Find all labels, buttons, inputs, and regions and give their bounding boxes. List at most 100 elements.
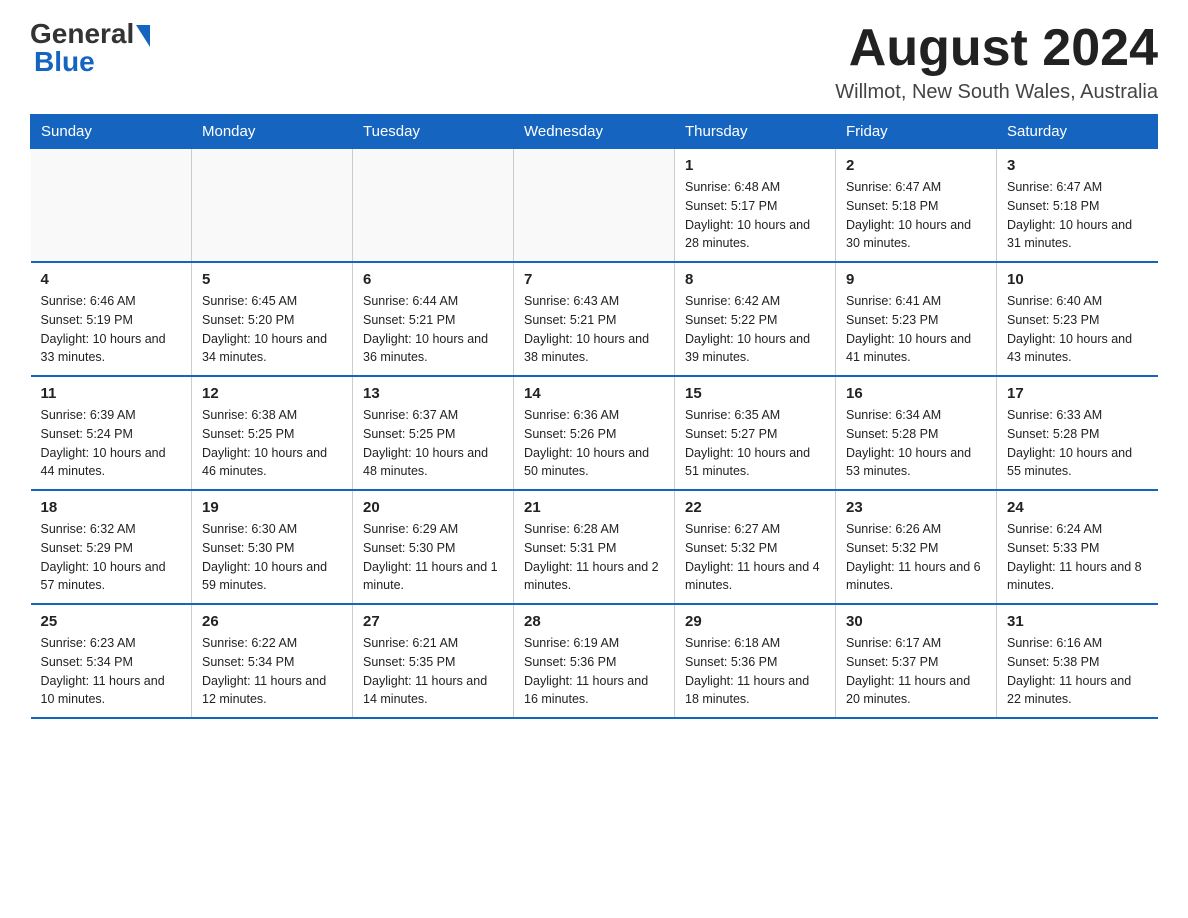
day-info: Sunrise: 6:47 AMSunset: 5:18 PMDaylight:… bbox=[846, 178, 986, 253]
day-number: 12 bbox=[202, 385, 342, 402]
day-info: Sunrise: 6:45 AMSunset: 5:20 PMDaylight:… bbox=[202, 292, 342, 367]
calendar-cell: 2 Sunrise: 6:47 AMSunset: 5:18 PMDaylight… bbox=[836, 149, 997, 263]
calendar-cell: 23Sunrise: 6:26 AMSunset: 5:32 PMDayligh… bbox=[836, 490, 997, 604]
logo-general: General bbox=[30, 20, 134, 48]
day-info: Sunrise: 6:37 AMSunset: 5:25 PMDaylight:… bbox=[363, 406, 503, 481]
calendar-cell: 6 Sunrise: 6:44 AMSunset: 5:21 PMDaylight… bbox=[353, 262, 514, 376]
day-number: 29 bbox=[685, 613, 825, 630]
calendar-cell: 12 Sunrise: 6:38 AMSunset: 5:25 PMDayligh… bbox=[192, 376, 353, 490]
month-year-title: August 2024 bbox=[835, 20, 1158, 77]
logo-triangle-icon bbox=[136, 25, 150, 47]
day-number: 22 bbox=[685, 499, 825, 516]
day-number: 28 bbox=[524, 613, 664, 630]
day-info: Sunrise: 6:34 AMSunset: 5:28 PMDaylight:… bbox=[846, 406, 986, 481]
calendar-cell: 25 Sunrise: 6:23 AMSunset: 5:34 PMDayligh… bbox=[31, 604, 192, 718]
day-info: Sunrise: 6:28 AMSunset: 5:31 PMDaylight:… bbox=[524, 520, 664, 595]
day-number: 26 bbox=[202, 613, 342, 630]
day-info: Sunrise: 6:16 AMSunset: 5:38 PMDaylight:… bbox=[1007, 634, 1148, 709]
day-number: 10 bbox=[1007, 271, 1148, 288]
calendar-cell: 31Sunrise: 6:16 AMSunset: 5:38 PMDayligh… bbox=[997, 604, 1158, 718]
day-info: Sunrise: 6:33 AMSunset: 5:28 PMDaylight:… bbox=[1007, 406, 1148, 481]
calendar-cell bbox=[514, 149, 675, 263]
calendar-cell: 7 Sunrise: 6:43 AMSunset: 5:21 PMDaylight… bbox=[514, 262, 675, 376]
day-number: 30 bbox=[846, 613, 986, 630]
calendar-cell: 21Sunrise: 6:28 AMSunset: 5:31 PMDayligh… bbox=[514, 490, 675, 604]
day-info: Sunrise: 6:41 AMSunset: 5:23 PMDaylight:… bbox=[846, 292, 986, 367]
title-block: August 2024 Willmot, New South Wales, Au… bbox=[835, 20, 1158, 104]
calendar-week-row: 18 Sunrise: 6:32 AMSunset: 5:29 PMDayligh… bbox=[31, 490, 1158, 604]
day-number: 2 bbox=[846, 157, 986, 174]
calendar-week-row: 11Sunrise: 6:39 AMSunset: 5:24 PMDayligh… bbox=[31, 376, 1158, 490]
day-of-week-header: Tuesday bbox=[353, 115, 514, 149]
calendar-cell: 17 Sunrise: 6:33 AMSunset: 5:28 PMDayligh… bbox=[997, 376, 1158, 490]
day-info: Sunrise: 6:38 AMSunset: 5:25 PMDaylight:… bbox=[202, 406, 342, 481]
day-number: 7 bbox=[524, 271, 664, 288]
calendar-cell: 19 Sunrise: 6:30 AMSunset: 5:30 PMDayligh… bbox=[192, 490, 353, 604]
day-info: Sunrise: 6:47 AMSunset: 5:18 PMDaylight:… bbox=[1007, 178, 1148, 253]
page-header: General Blue August 2024 Willmot, New So… bbox=[30, 20, 1158, 104]
days-of-week-row: SundayMondayTuesdayWednesdayThursdayFrid… bbox=[31, 115, 1158, 149]
day-info: Sunrise: 6:22 AMSunset: 5:34 PMDaylight:… bbox=[202, 634, 342, 709]
day-number: 6 bbox=[363, 271, 503, 288]
calendar-cell: 4Sunrise: 6:46 AMSunset: 5:19 PMDaylight… bbox=[31, 262, 192, 376]
calendar-cell: 18 Sunrise: 6:32 AMSunset: 5:29 PMDayligh… bbox=[31, 490, 192, 604]
day-info: Sunrise: 6:19 AMSunset: 5:36 PMDaylight:… bbox=[524, 634, 664, 709]
calendar-cell: 20Sunrise: 6:29 AMSunset: 5:30 PMDayligh… bbox=[353, 490, 514, 604]
calendar-table: SundayMondayTuesdayWednesdayThursdayFrid… bbox=[30, 114, 1158, 719]
calendar-cell: 28 Sunrise: 6:19 AMSunset: 5:36 PMDayligh… bbox=[514, 604, 675, 718]
day-info: Sunrise: 6:32 AMSunset: 5:29 PMDaylight:… bbox=[41, 520, 182, 595]
day-info: Sunrise: 6:17 AMSunset: 5:37 PMDaylight:… bbox=[846, 634, 986, 709]
calendar-cell: 3 Sunrise: 6:47 AMSunset: 5:18 PMDaylight… bbox=[997, 149, 1158, 263]
calendar-cell: 26 Sunrise: 6:22 AMSunset: 5:34 PMDayligh… bbox=[192, 604, 353, 718]
calendar-cell: 15 Sunrise: 6:35 AMSunset: 5:27 PMDayligh… bbox=[675, 376, 836, 490]
calendar-cell: 24Sunrise: 6:24 AMSunset: 5:33 PMDayligh… bbox=[997, 490, 1158, 604]
day-info: Sunrise: 6:21 AMSunset: 5:35 PMDaylight:… bbox=[363, 634, 503, 709]
calendar-cell bbox=[31, 149, 192, 263]
calendar-cell: 5Sunrise: 6:45 AMSunset: 5:20 PMDaylight… bbox=[192, 262, 353, 376]
day-number: 17 bbox=[1007, 385, 1148, 402]
calendar-week-row: 25 Sunrise: 6:23 AMSunset: 5:34 PMDayligh… bbox=[31, 604, 1158, 718]
day-of-week-header: Friday bbox=[836, 115, 997, 149]
calendar-cell: 27 Sunrise: 6:21 AMSunset: 5:35 PMDayligh… bbox=[353, 604, 514, 718]
day-number: 14 bbox=[524, 385, 664, 402]
logo: General Blue bbox=[30, 20, 150, 76]
day-number: 3 bbox=[1007, 157, 1148, 174]
calendar-cell: 9 Sunrise: 6:41 AMSunset: 5:23 PMDaylight… bbox=[836, 262, 997, 376]
calendar-cell: 14 Sunrise: 6:36 AMSunset: 5:26 PMDayligh… bbox=[514, 376, 675, 490]
day-number: 4 bbox=[41, 271, 182, 288]
calendar-cell: 30 Sunrise: 6:17 AMSunset: 5:37 PMDayligh… bbox=[836, 604, 997, 718]
calendar-cell: 22 Sunrise: 6:27 AMSunset: 5:32 PMDayligh… bbox=[675, 490, 836, 604]
day-info: Sunrise: 6:48 AMSunset: 5:17 PMDaylight:… bbox=[685, 178, 825, 253]
day-number: 18 bbox=[41, 499, 182, 516]
calendar-cell: 10 Sunrise: 6:40 AMSunset: 5:23 PMDayligh… bbox=[997, 262, 1158, 376]
day-number: 19 bbox=[202, 499, 342, 516]
day-number: 25 bbox=[41, 613, 182, 630]
day-info: Sunrise: 6:39 AMSunset: 5:24 PMDaylight:… bbox=[41, 406, 182, 481]
day-info: Sunrise: 6:30 AMSunset: 5:30 PMDaylight:… bbox=[202, 520, 342, 595]
location-title: Willmot, New South Wales, Australia bbox=[835, 81, 1158, 104]
calendar-cell: 16 Sunrise: 6:34 AMSunset: 5:28 PMDayligh… bbox=[836, 376, 997, 490]
day-number: 23 bbox=[846, 499, 986, 516]
day-info: Sunrise: 6:36 AMSunset: 5:26 PMDaylight:… bbox=[524, 406, 664, 481]
day-info: Sunrise: 6:43 AMSunset: 5:21 PMDaylight:… bbox=[524, 292, 664, 367]
day-info: Sunrise: 6:44 AMSunset: 5:21 PMDaylight:… bbox=[363, 292, 503, 367]
day-number: 15 bbox=[685, 385, 825, 402]
day-number: 13 bbox=[363, 385, 503, 402]
day-number: 27 bbox=[363, 613, 503, 630]
day-of-week-header: Thursday bbox=[675, 115, 836, 149]
day-of-week-header: Wednesday bbox=[514, 115, 675, 149]
calendar-header: SundayMondayTuesdayWednesdayThursdayFrid… bbox=[31, 115, 1158, 149]
day-info: Sunrise: 6:27 AMSunset: 5:32 PMDaylight:… bbox=[685, 520, 825, 595]
day-info: Sunrise: 6:40 AMSunset: 5:23 PMDaylight:… bbox=[1007, 292, 1148, 367]
day-of-week-header: Monday bbox=[192, 115, 353, 149]
calendar-body: 1Sunrise: 6:48 AMSunset: 5:17 PMDaylight… bbox=[31, 149, 1158, 719]
day-number: 16 bbox=[846, 385, 986, 402]
day-info: Sunrise: 6:23 AMSunset: 5:34 PMDaylight:… bbox=[41, 634, 182, 709]
day-info: Sunrise: 6:42 AMSunset: 5:22 PMDaylight:… bbox=[685, 292, 825, 367]
day-info: Sunrise: 6:35 AMSunset: 5:27 PMDaylight:… bbox=[685, 406, 825, 481]
calendar-cell: 1Sunrise: 6:48 AMSunset: 5:17 PMDaylight… bbox=[675, 149, 836, 263]
day-number: 9 bbox=[846, 271, 986, 288]
day-number: 24 bbox=[1007, 499, 1148, 516]
calendar-week-row: 4Sunrise: 6:46 AMSunset: 5:19 PMDaylight… bbox=[31, 262, 1158, 376]
day-info: Sunrise: 6:29 AMSunset: 5:30 PMDaylight:… bbox=[363, 520, 503, 595]
